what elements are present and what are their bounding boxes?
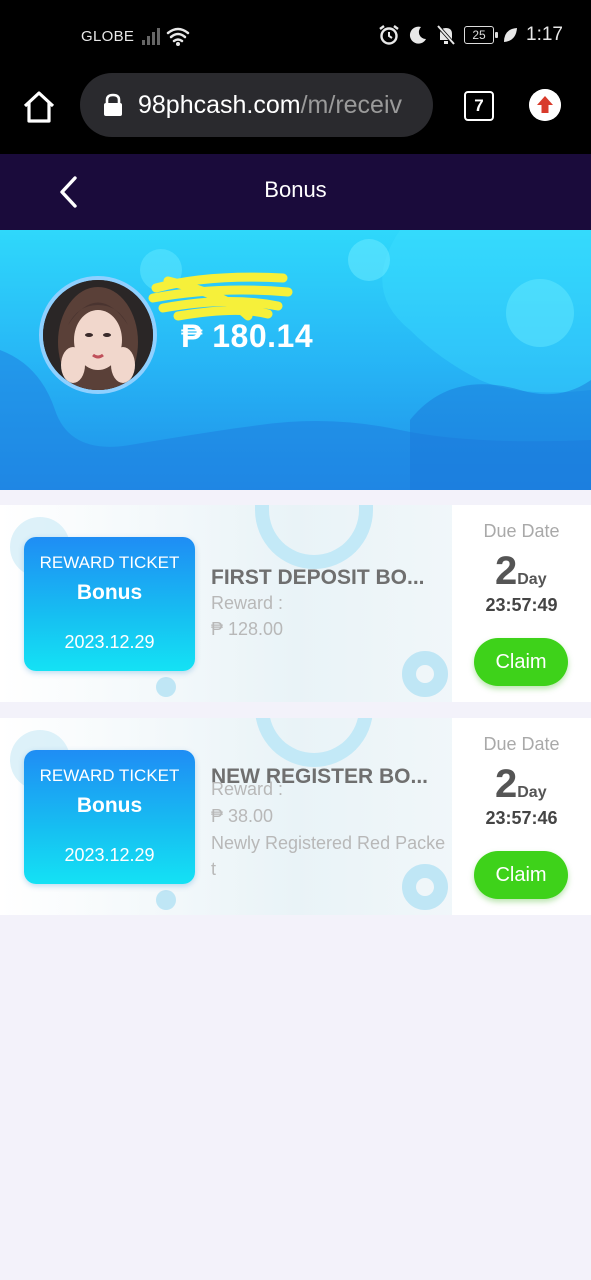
reward-value: ₱ 38.00 [211,806,274,826]
reward-ticket: REWARD TICKET Bonus 2023.12.29 [24,750,195,884]
days-remaining: 2Day [495,762,547,807]
reward-label: Reward : [211,593,284,613]
claim-button[interactable]: Claim [474,851,568,899]
moon-icon [409,26,427,44]
days-number: 2 [495,549,518,593]
due-date-label: Due Date [483,521,560,541]
due-panel: Due Date 2Day 23:57:46 Claim [452,718,591,915]
due-date-label: Due Date [483,734,560,754]
due-panel: Due Date 2Day 23:57:49 Claim [452,505,591,702]
countdown-timer: 23:57:49 [485,595,558,615]
days-unit: Day [517,784,547,801]
url-text[interactable]: 98phcash.com/m/receiv [138,91,426,120]
avatar [39,276,157,394]
app-header: Bonus [0,154,591,230]
leaf-icon [504,28,518,42]
browser-toolbar: 98phcash.com/m/receiv 7 [0,72,591,154]
status-right: 25 1:17 [378,24,563,46]
ticket-label: REWARD TICKET [39,553,180,572]
days-remaining: 2Day [495,549,547,594]
avatar-photo [43,280,153,390]
page-title: Bonus [264,177,327,202]
wifi-icon [166,27,190,43]
ticket-title: Bonus [76,581,143,604]
reward-label: Reward : [211,779,284,799]
decor-dot [156,890,176,910]
reward-value: ₱ 128.00 [211,619,284,639]
reward-ticket: REWARD TICKET Bonus 2023.12.29 [24,537,195,671]
network-icons [140,24,190,53]
alarm-icon [379,25,399,45]
bonus-card-new-register: REWARD TICKET Bonus 2023.12.29 NEW REGIS… [0,718,591,915]
update-icon[interactable] [529,89,561,121]
ticket-title: Bonus [76,794,143,817]
clock-time: 1:17 [526,24,563,45]
ticket-date: 2023.12.29 [64,632,155,652]
balance-amount: ₱ 180.14 [181,318,314,354]
url-host: 98phcash.com [138,91,301,119]
days-number: 2 [495,762,518,806]
redaction-scribble [148,272,293,321]
ticket-date: 2023.12.29 [64,845,155,865]
carrier-name: GLOBE [81,28,135,45]
decor-dot [156,677,176,697]
url-path: /m/receiv [300,91,403,119]
signal-icon [142,27,190,46]
status-bar: GLOBE 25 1:17 [0,0,591,72]
battery-icon: 25 [464,26,499,44]
lock-icon [104,93,122,116]
tabs-button[interactable]: 7 [464,91,494,121]
decor-ring [255,718,373,767]
address-bar[interactable]: 98phcash.com/m/receiv [80,73,433,137]
bonus-card-first-deposit: REWARD TICKET Bonus 2023.12.29 FIRST DEP… [0,505,591,702]
profile-banner: ₱ 180.14 [0,230,591,490]
home-icon[interactable] [20,88,58,126]
ticket-label: REWARD TICKET [39,766,180,785]
bonus-description: Newly Registered Red Packet [211,833,446,879]
countdown-timer: 23:57:46 [485,808,558,828]
decor-ring [402,651,448,697]
days-unit: Day [517,571,547,588]
muted-bell-icon [436,24,456,46]
decor-ring [255,505,373,569]
claim-button[interactable]: Claim [474,638,568,686]
bonus-title: FIRST DEPOSIT BO... [211,566,425,589]
